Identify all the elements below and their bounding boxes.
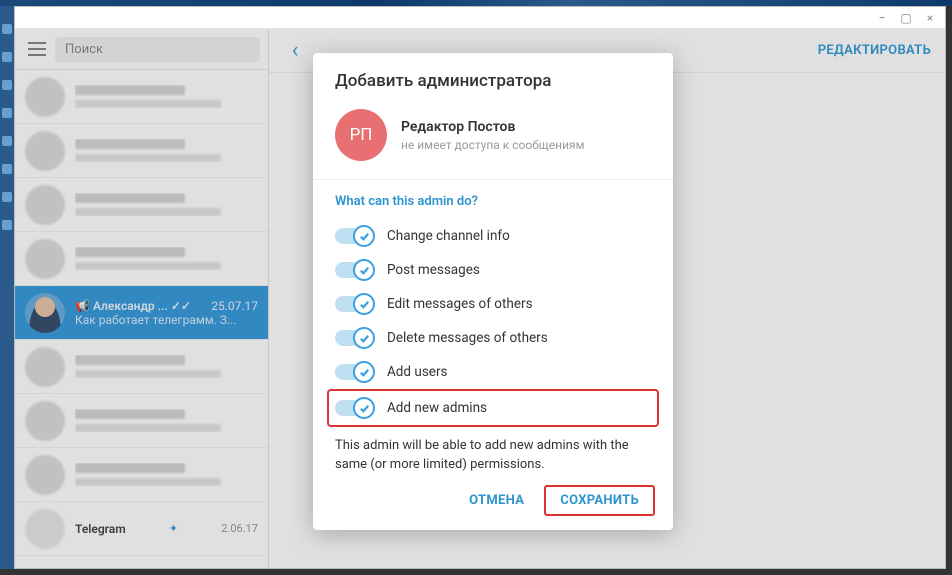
modal-title: Добавить администратора bbox=[313, 71, 673, 105]
permission-row: Delete messages of others bbox=[335, 321, 651, 355]
modal-footer: ОТМЕНА СОХРАНИТЬ bbox=[313, 475, 673, 520]
permission-label: Change channel info bbox=[387, 228, 510, 244]
admin-identity: РП Редактор Постов не имеет доступа к со… bbox=[313, 105, 673, 179]
app-body: Поиск bbox=[15, 29, 945, 568]
close-button[interactable]: × bbox=[923, 11, 937, 25]
permission-label: Add new admins bbox=[387, 400, 487, 416]
permissions-note: This admin will be able to add new admin… bbox=[313, 427, 673, 475]
permission-label: Post messages bbox=[387, 262, 480, 278]
add-admin-modal: Добавить администратора РП Редактор Пост… bbox=[313, 53, 673, 530]
divider bbox=[313, 179, 673, 180]
permission-toggle[interactable] bbox=[335, 400, 373, 416]
permission-toggle[interactable] bbox=[335, 228, 373, 244]
admin-name: Редактор Постов bbox=[401, 119, 584, 135]
app-window: − ▢ × Поиск bbox=[14, 6, 946, 569]
admin-avatar: РП bbox=[335, 109, 387, 161]
permissions-section-label: What can this admin do? bbox=[313, 194, 673, 219]
permission-toggle[interactable] bbox=[335, 296, 373, 312]
maximize-button[interactable]: ▢ bbox=[899, 11, 913, 25]
permission-row: Change channel info bbox=[335, 219, 651, 253]
permission-label: Delete messages of others bbox=[387, 330, 548, 346]
permission-row: Edit messages of others bbox=[335, 287, 651, 321]
permissions-list: Change channel info Post messages Edit mes… bbox=[313, 219, 673, 427]
permission-label: Edit messages of others bbox=[387, 296, 533, 312]
permission-row: Add users bbox=[335, 355, 651, 389]
window-titlebar: − ▢ × bbox=[15, 7, 945, 29]
permission-row: Post messages bbox=[335, 253, 651, 287]
save-button[interactable]: СОХРАНИТЬ bbox=[544, 485, 655, 516]
cancel-button[interactable]: ОТМЕНА bbox=[455, 487, 538, 514]
minimize-button[interactable]: − bbox=[875, 11, 889, 25]
permission-toggle[interactable] bbox=[335, 330, 373, 346]
permission-toggle[interactable] bbox=[335, 262, 373, 278]
desktop-background bbox=[0, 6, 14, 569]
permission-label: Add users bbox=[387, 364, 448, 380]
permission-row: Add new admins bbox=[327, 389, 659, 427]
admin-subtitle: не имеет доступа к сообщениям bbox=[401, 138, 584, 152]
permission-toggle[interactable] bbox=[335, 364, 373, 380]
